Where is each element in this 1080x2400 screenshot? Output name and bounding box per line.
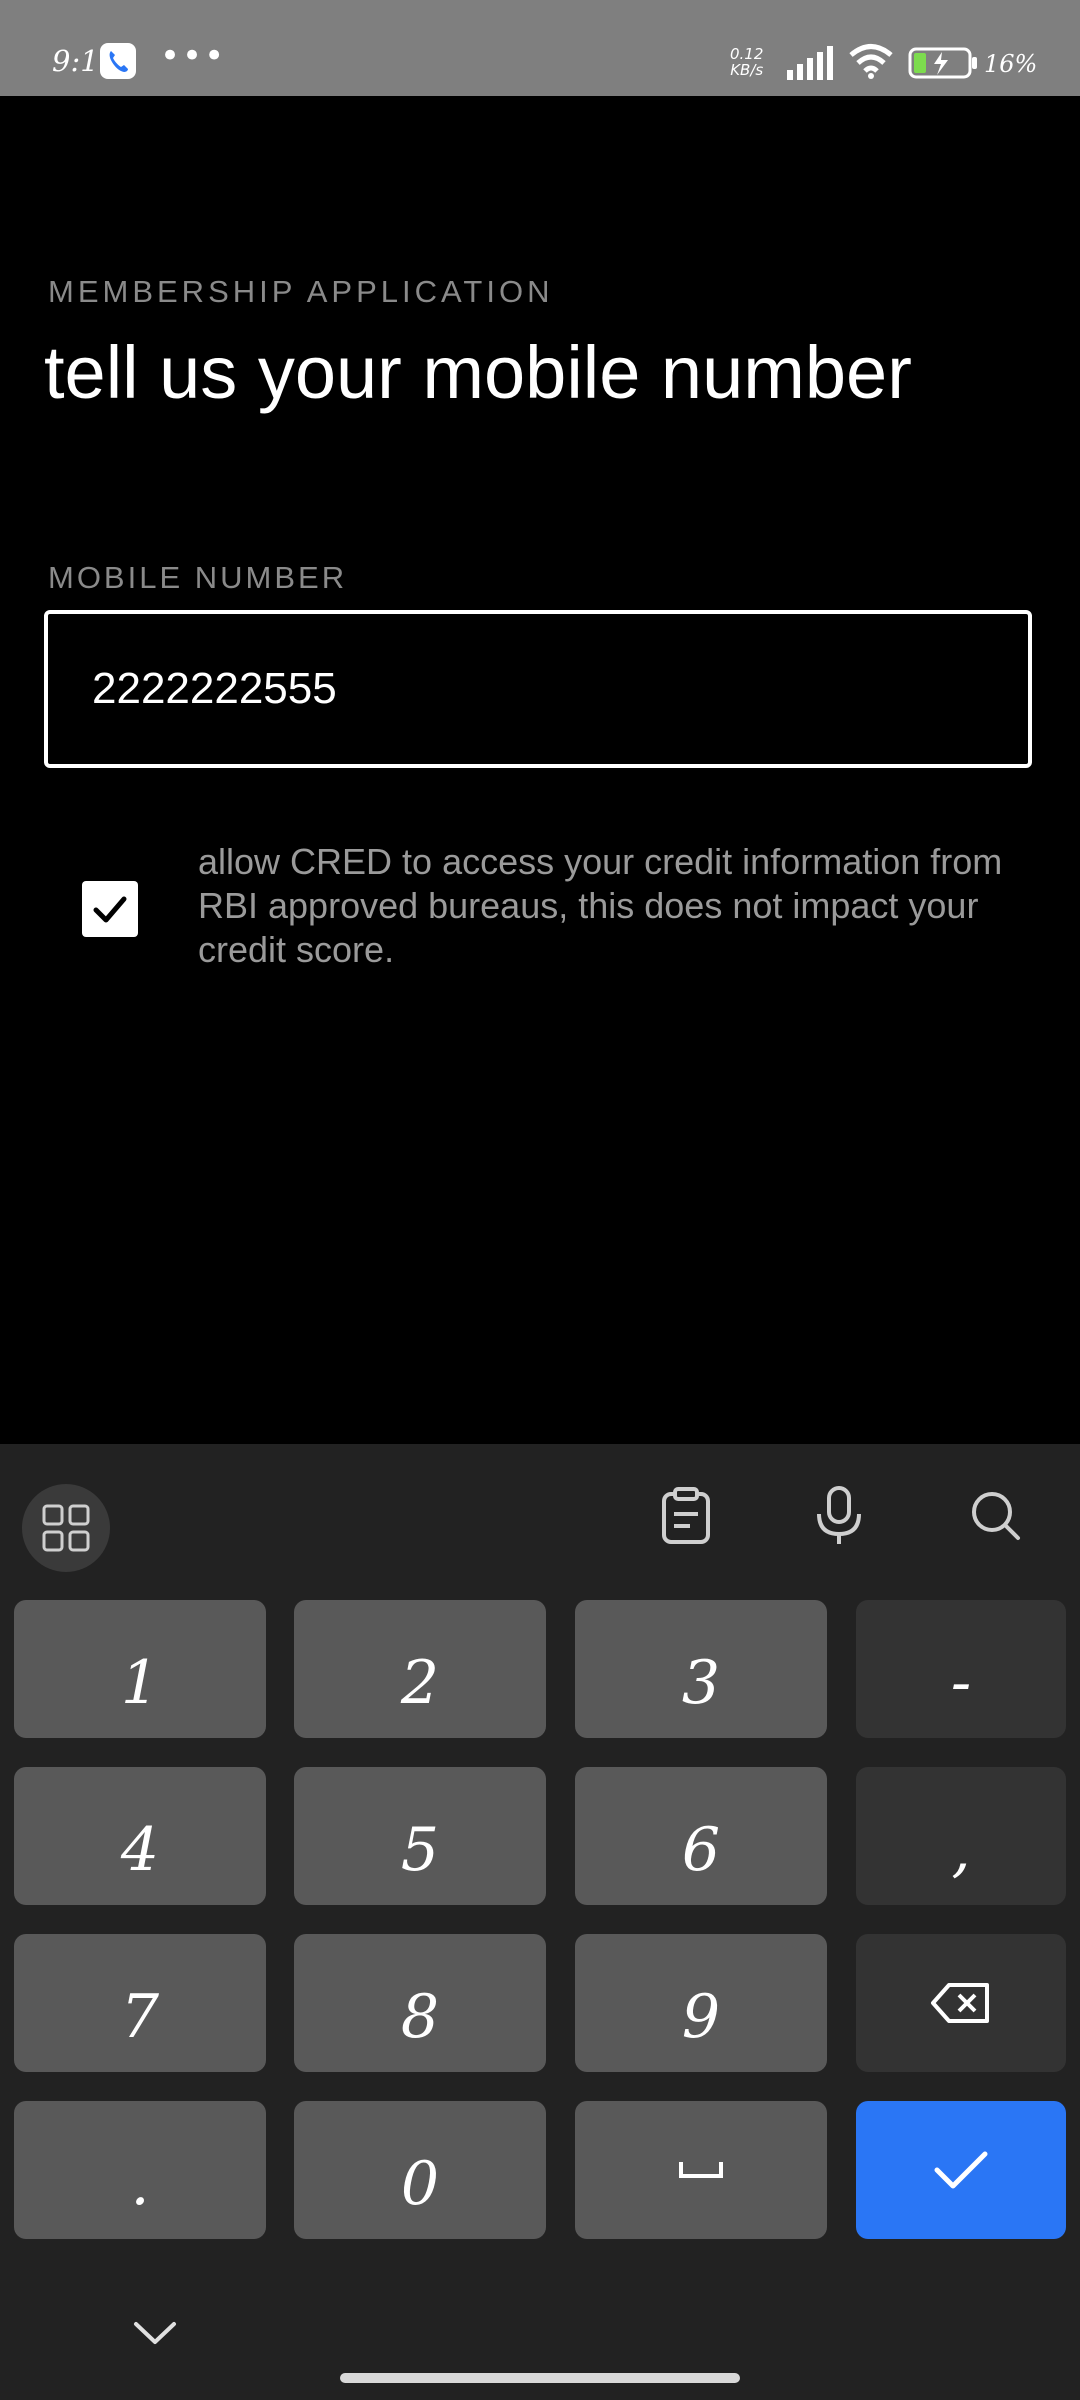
key-comma[interactable]: , xyxy=(856,1767,1066,1905)
space-icon xyxy=(679,2162,723,2178)
clipboard-icon[interactable] xyxy=(658,1486,714,1546)
key-5[interactable]: 5 xyxy=(294,1767,546,1905)
key-hyphen[interactable]: - xyxy=(856,1600,1066,1738)
key-4[interactable]: 4 xyxy=(14,1767,266,1905)
wifi-icon xyxy=(849,44,893,79)
mobile-number-value: 2222222555 xyxy=(92,664,337,713)
network-speed: 0.12 KB/s xyxy=(730,45,764,79)
home-indicator[interactable] xyxy=(340,2373,740,2383)
checkmark-icon xyxy=(934,2151,988,2189)
key-3[interactable]: 3 xyxy=(575,1600,827,1738)
form-eyebrow: MEMBERSHIP APPLICATION xyxy=(48,274,554,309)
key-0[interactable]: 0 xyxy=(294,2101,546,2239)
more-notifications-icon: ••• xyxy=(160,36,227,76)
key-8[interactable]: 8 xyxy=(294,1934,546,2072)
mic-icon[interactable] xyxy=(812,1484,866,1548)
checkmark-icon xyxy=(93,896,127,923)
key-1[interactable]: 1 xyxy=(14,1600,266,1738)
consent-text: allow CRED to access your credit informa… xyxy=(198,841,1003,970)
done-key[interactable] xyxy=(856,2101,1066,2239)
search-icon[interactable] xyxy=(968,1488,1024,1544)
backspace-icon xyxy=(931,1983,989,2023)
consent-checkbox[interactable] xyxy=(82,881,138,937)
numeric-keyboard xyxy=(0,1444,1080,2400)
key-7[interactable]: 7 xyxy=(14,1934,266,2072)
mobile-number-label: MOBILE NUMBER xyxy=(48,560,348,595)
page-title: tell us your mobile number xyxy=(44,331,912,414)
phone-call-icon xyxy=(100,43,136,79)
grid-icon[interactable] xyxy=(22,1484,110,1572)
chevron-down-icon[interactable] xyxy=(132,2318,178,2348)
battery-icon xyxy=(908,47,977,79)
battery-percent: 16% xyxy=(984,50,1038,78)
status-bar: 9:11 ••• 0.12 KB/s 16% xyxy=(0,0,1080,96)
backspace-key[interactable] xyxy=(856,1934,1066,2072)
key-9[interactable]: 9 xyxy=(575,1934,827,2072)
key-2[interactable]: 2 xyxy=(294,1600,546,1738)
space-key[interactable] xyxy=(575,2101,827,2239)
key-6[interactable]: 6 xyxy=(575,1767,827,1905)
mobile-number-field[interactable]: 2222222555 xyxy=(44,610,1032,768)
key-period[interactable]: . xyxy=(14,2101,266,2239)
signal-icon xyxy=(787,46,833,80)
